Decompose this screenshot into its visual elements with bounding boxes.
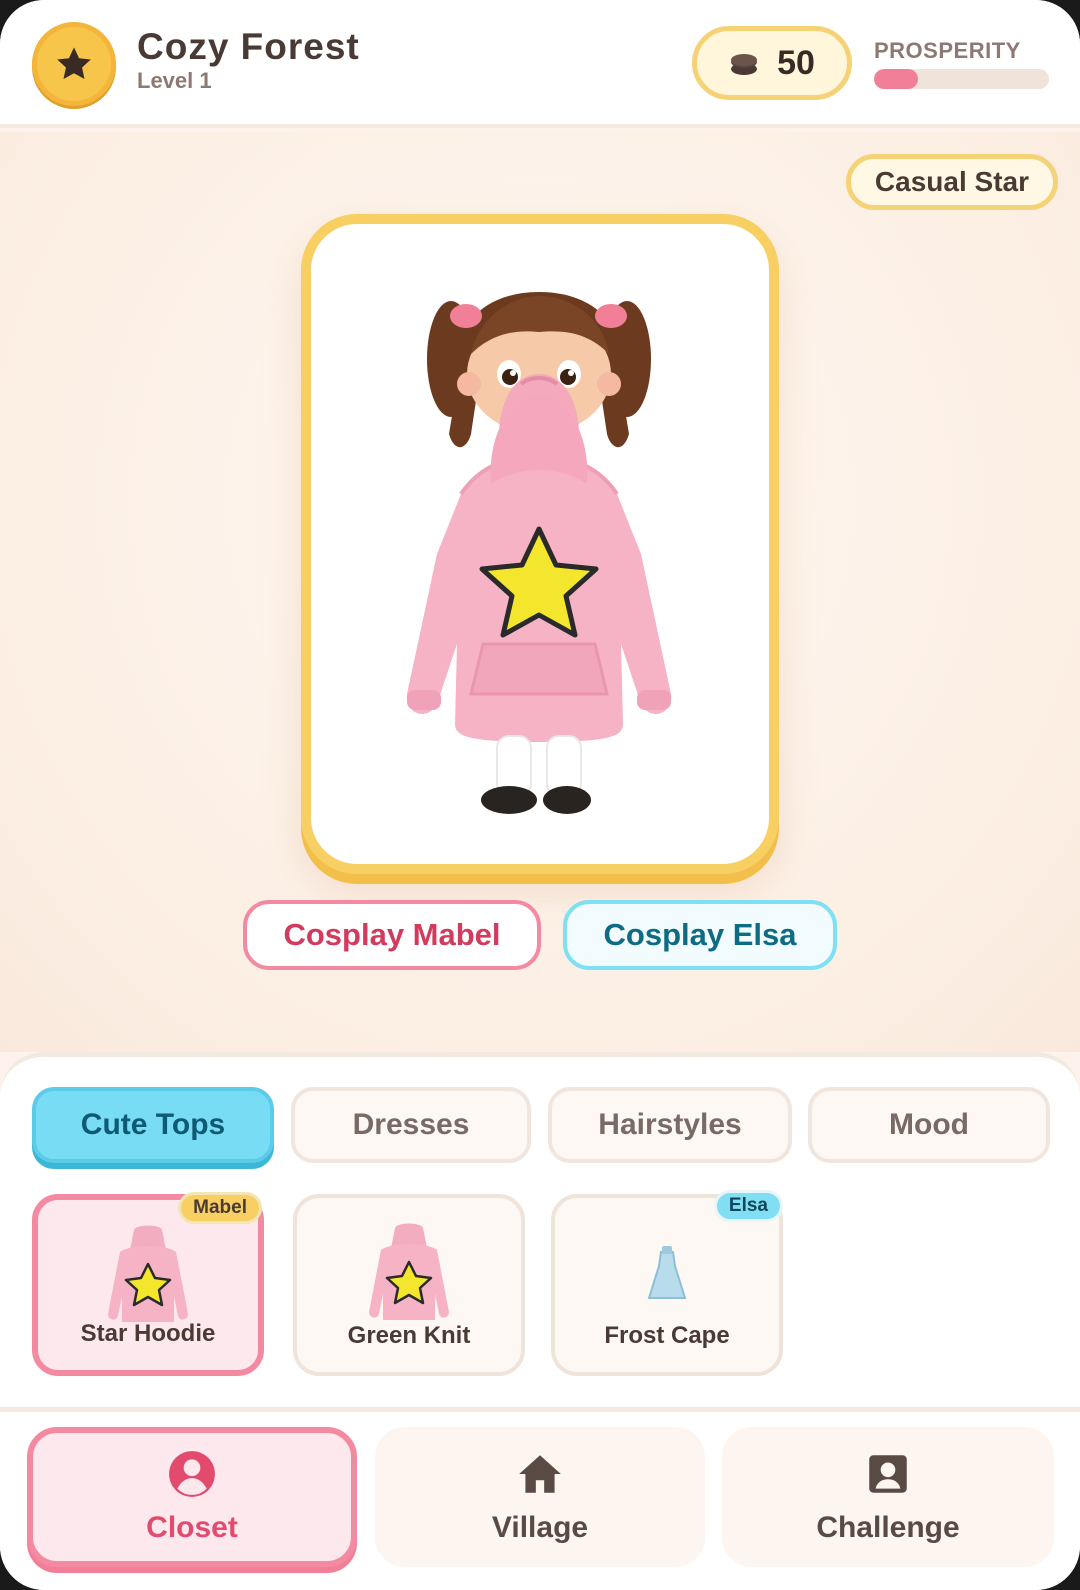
item-card-green-knit[interactable]: Green Knit (293, 1194, 525, 1376)
item-tag-mabel: Mabel (178, 1192, 262, 1224)
nav-label: Closet (146, 1511, 238, 1544)
prosperity-progress-fill (874, 69, 918, 89)
outfit-name-chip[interactable]: Casual Star (845, 154, 1058, 210)
cosplay-elsa-button[interactable]: Cosplay Elsa (563, 900, 837, 970)
pink-star-hoodie-icon (369, 1223, 449, 1320)
nav-village-button[interactable]: Village (375, 1427, 705, 1567)
prosperity-label: PROSPERITY (874, 38, 1021, 63)
village-title: Cozy Forest (137, 26, 360, 67)
level-label: Level 1 (137, 68, 212, 93)
item-name: Green Knit (347, 1322, 471, 1349)
prosperity-progress-bar (874, 69, 1049, 89)
character-illustration (406, 292, 672, 814)
tab-dresses[interactable]: Dresses (291, 1087, 531, 1163)
nav-closet-button[interactable]: Closet (27, 1427, 357, 1567)
nav-challenge-button[interactable]: Challenge (722, 1427, 1054, 1567)
bottom-navigation: Closet Village Challenge (0, 1407, 1080, 1590)
character-portrait (301, 214, 779, 874)
app-screen: Cozy Forest Level 1 50 PROSPERITY Casual… (0, 0, 1080, 1590)
person-circle-icon (169, 1451, 215, 1497)
closet-panel: Cute Tops Dresses Hairstyles Mood Star H… (0, 1052, 1080, 1407)
tab-mood[interactable]: Mood (808, 1087, 1050, 1163)
pink-star-hoodie-icon (108, 1225, 188, 1322)
item-name: Star Hoodie (80, 1320, 216, 1347)
tab-cute-tops[interactable]: Cute Tops (32, 1087, 274, 1163)
cosplay-mabel-button[interactable]: Cosplay Mabel (243, 900, 541, 970)
star-icon[interactable] (32, 22, 116, 106)
coin-counter[interactable]: 50 (692, 26, 852, 100)
portrait-icon (869, 1455, 907, 1493)
coin-stack-icon (731, 54, 758, 75)
nav-label: Village (491, 1511, 589, 1544)
home-icon (519, 1455, 561, 1493)
nav-label: Challenge (816, 1511, 960, 1544)
tab-hairstyles[interactable]: Hairstyles (548, 1087, 792, 1163)
item-tag-elsa: Elsa (713, 1190, 783, 1222)
top-bar: Cozy Forest Level 1 50 PROSPERITY (0, 0, 1080, 128)
item-card-frost-cape[interactable]: Frost Cape Elsa (551, 1190, 783, 1376)
dressing-stage: Casual Star Cosplay Mabel Cosplay Elsa (0, 132, 1080, 1052)
item-card-star-hoodie[interactable]: Star Hoodie Mabel (32, 1192, 264, 1376)
coin-count: 50 (777, 43, 815, 82)
item-name: Frost Cape (604, 1322, 730, 1349)
